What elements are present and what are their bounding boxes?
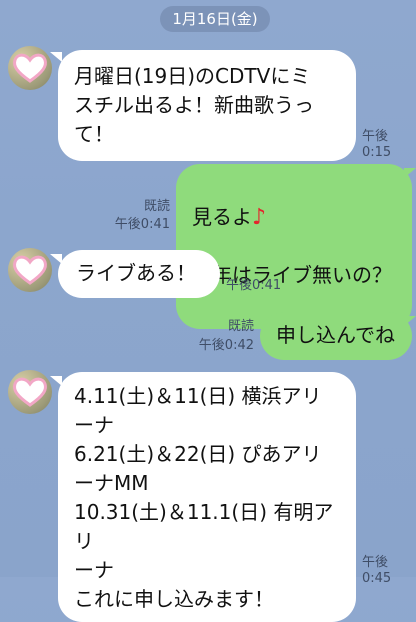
message-bubble-outgoing[interactable]: 申し込んでね (260, 312, 412, 360)
bubble-tail (404, 168, 416, 178)
message-text: 見るよ (192, 205, 252, 229)
contact-avatar[interactable] (8, 370, 52, 414)
read-receipt: 既読 (143, 199, 170, 214)
message-bubble-outgoing[interactable]: 見るよ♪ 今年はライブ無いの？ (176, 164, 412, 329)
message-time: 午後0:41 (226, 278, 282, 293)
read-receipt: 既読 (227, 319, 254, 334)
message-bubble-incoming[interactable]: ライブある！ (58, 250, 220, 298)
heart-avatar-icon (13, 377, 47, 407)
date-separator: 1月16日(金) (160, 6, 270, 32)
message-time: 午後0:15 (362, 129, 392, 160)
bubble-tail (50, 52, 62, 62)
message-bubble-incoming[interactable]: 4.11(土)＆11(日) 横浜アリ ーナ 6.21(土)＆22(日) ぴあアリ… (58, 372, 356, 622)
message-bubble-incoming[interactable]: 月曜日(19日)のCDTVにミ スチル出るよ！新曲歌うっ て！ (58, 50, 356, 161)
heart-avatar-icon (13, 53, 47, 83)
message-time: 午後0:45 (362, 555, 392, 586)
message-time: 午後0:41 (114, 217, 170, 232)
bubble-tail (404, 316, 416, 326)
message-text: 今年はライブ無いの？ (192, 263, 392, 287)
music-note-icon: ♪ (252, 205, 267, 230)
contact-avatar[interactable] (8, 248, 52, 292)
contact-avatar[interactable] (8, 46, 52, 90)
heart-avatar-icon (13, 255, 47, 285)
message-time: 午後0:42 (198, 338, 254, 353)
